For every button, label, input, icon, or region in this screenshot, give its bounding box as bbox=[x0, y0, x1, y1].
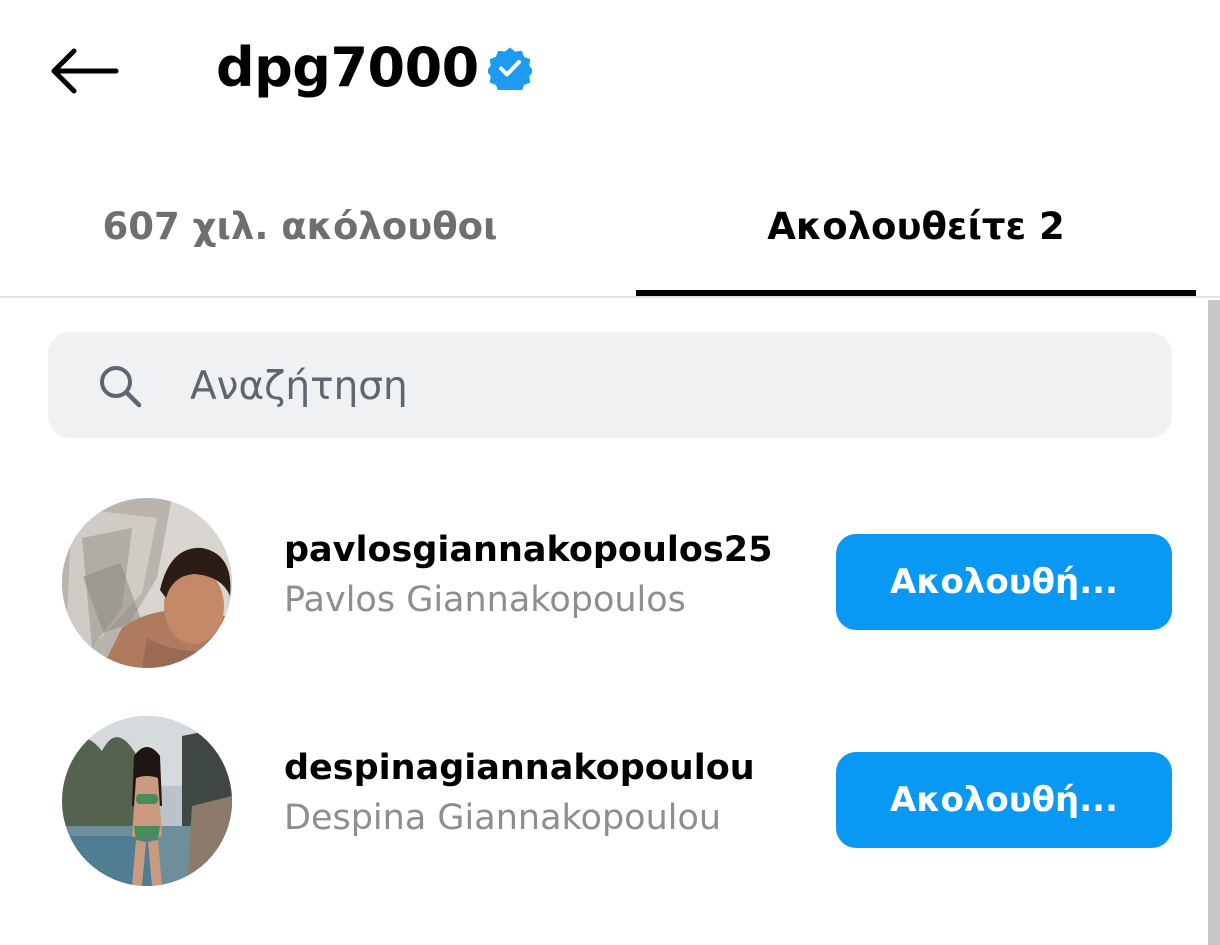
username[interactable]: pavlosgiannakopoulos25 bbox=[284, 526, 814, 574]
follow-button[interactable]: Ακολουθή... bbox=[836, 752, 1172, 848]
list-item-text: despinagiannakopoulou Despina Giannakopo… bbox=[284, 744, 814, 844]
following-screen: dpg7000 607 χιλ. ακόλουθοι Ακολουθείτε 2 bbox=[0, 0, 1220, 945]
list-item-text: pavlosgiannakopoulos25 Pavlos Giannakopo… bbox=[284, 526, 814, 626]
arrow-left-icon bbox=[51, 48, 119, 94]
tab-bar: 607 χιλ. ακόλουθοι Ακολουθείτε 2 bbox=[0, 170, 1220, 300]
profile-username: dpg7000 bbox=[216, 36, 479, 99]
username[interactable]: despinagiannakopoulou bbox=[284, 744, 814, 792]
scrollbar[interactable] bbox=[1208, 300, 1220, 945]
follow-button[interactable]: Ακολουθή... bbox=[836, 534, 1172, 630]
header: dpg7000 bbox=[0, 0, 1220, 140]
back-button[interactable] bbox=[46, 38, 122, 104]
list-item[interactable]: despinagiannakopoulou Despina Giannakopo… bbox=[0, 708, 1200, 898]
tab-divider bbox=[0, 296, 1220, 298]
avatar[interactable] bbox=[62, 716, 232, 886]
full-name: Despina Giannakopoulou bbox=[284, 798, 722, 838]
search-input[interactable] bbox=[190, 346, 1130, 426]
search-icon bbox=[100, 366, 142, 408]
avatar[interactable] bbox=[62, 498, 232, 668]
active-tab-indicator bbox=[636, 290, 1196, 296]
avatar-photo bbox=[62, 498, 232, 668]
tab-following[interactable]: Ακολουθείτε 2 bbox=[636, 170, 1196, 282]
list-item[interactable]: pavlosgiannakopoulos25 Pavlos Giannakopo… bbox=[0, 490, 1200, 680]
verified-badge-icon bbox=[488, 47, 532, 90]
full-name: Pavlos Giannakopoulos bbox=[284, 580, 686, 620]
tab-followers[interactable]: 607 χιλ. ακόλουθοι bbox=[40, 170, 560, 282]
avatar-photo bbox=[62, 716, 232, 886]
